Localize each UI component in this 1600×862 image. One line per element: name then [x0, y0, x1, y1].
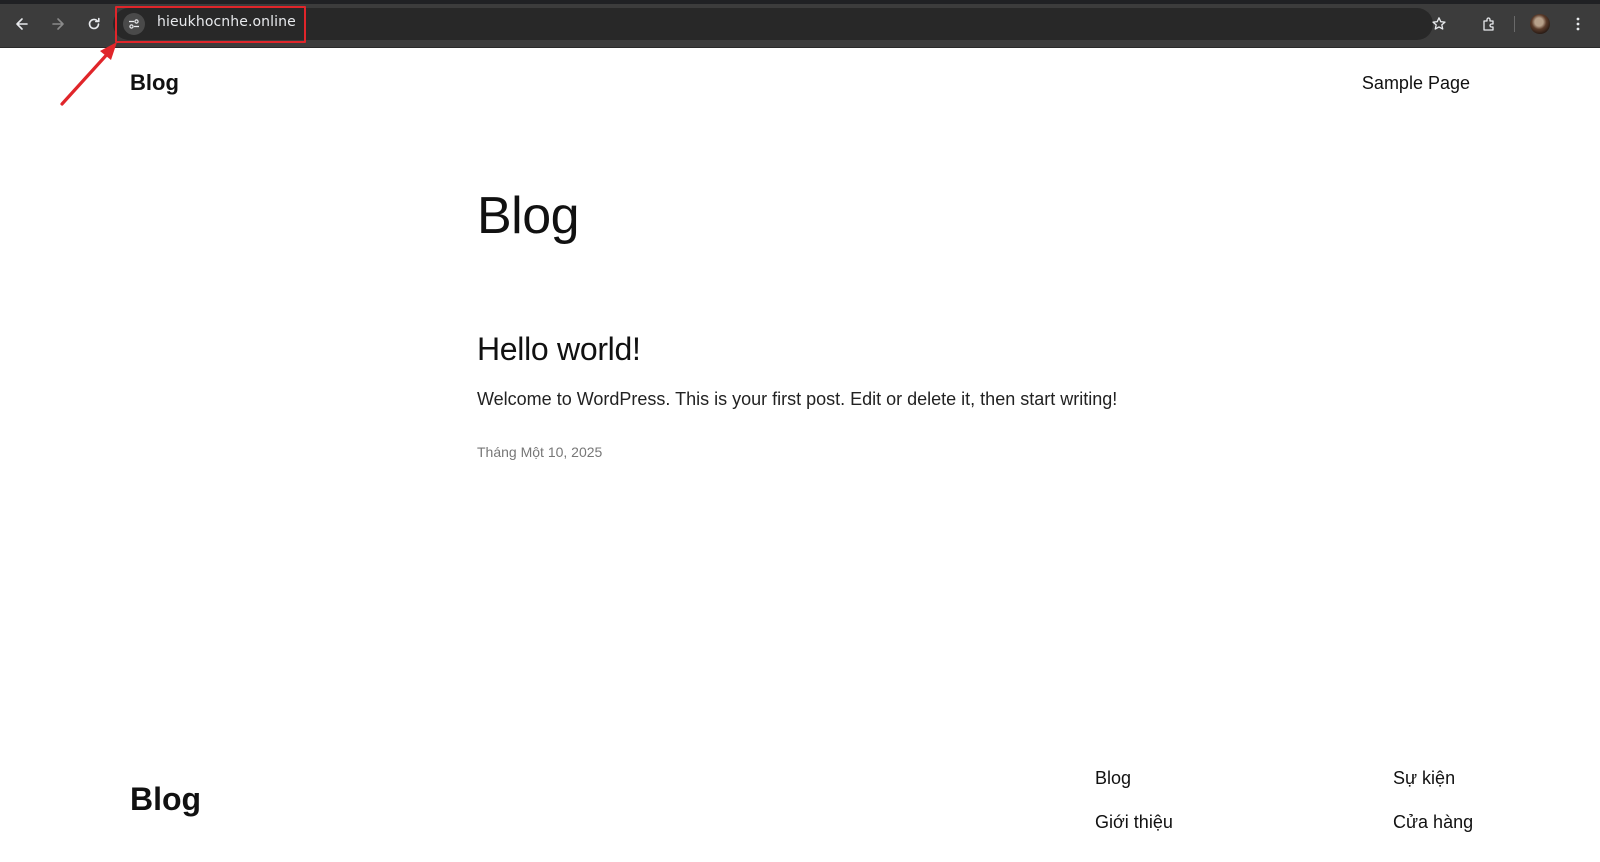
- annotation-highlight-box: [115, 6, 306, 43]
- reload-button[interactable]: [81, 11, 107, 37]
- annotation-arrow: [60, 42, 117, 106]
- forward-arrow-icon: [52, 18, 64, 30]
- bookmark-button[interactable]: [1427, 12, 1451, 36]
- extensions-button[interactable]: [1477, 12, 1501, 36]
- address-bar[interactable]: [113, 8, 1433, 40]
- tab-strip-edge: [0, 0, 1600, 4]
- page-title: Blog: [477, 187, 580, 245]
- back-button[interactable]: [9, 11, 35, 37]
- footer-link-blog[interactable]: Blog: [1095, 768, 1131, 789]
- post-title-link[interactable]: Hello world!: [477, 331, 641, 368]
- post-excerpt: Welcome to WordPress. This is your first…: [477, 389, 1118, 409]
- site-title[interactable]: Blog: [130, 70, 179, 96]
- nav-link-sample-page[interactable]: Sample Page: [1362, 73, 1470, 94]
- kebab-menu-button[interactable]: [1566, 12, 1590, 36]
- footer-site-title[interactable]: Blog: [130, 781, 201, 818]
- kebab-menu-icon: [1576, 17, 1580, 31]
- footer-link-gioi-thieu[interactable]: Giới thiệu: [1095, 812, 1173, 833]
- footer-link-cua-hang[interactable]: Cửa hàng: [1393, 812, 1473, 833]
- toolbar-divider: [1514, 16, 1515, 32]
- reload-icon: [88, 17, 100, 30]
- star-icon: [1432, 17, 1446, 30]
- post-date[interactable]: Tháng Một 10, 2025: [477, 444, 602, 460]
- footer-link-su-kien[interactable]: Sự kiện: [1393, 768, 1455, 789]
- back-arrow-icon: [16, 18, 28, 30]
- profile-avatar[interactable]: [1530, 14, 1550, 34]
- extensions-icon: [1483, 17, 1494, 31]
- forward-button[interactable]: [45, 11, 71, 37]
